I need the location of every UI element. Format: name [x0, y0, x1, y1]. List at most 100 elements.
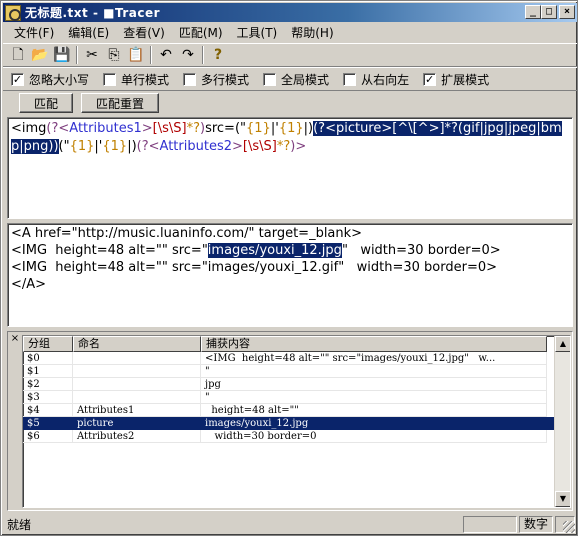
resize-grip-icon[interactable]: [563, 521, 575, 533]
regex-editor[interactable]: <img(?<Attributes1>[\s\S]*?)src=("{1}|'{…: [7, 117, 573, 219]
open-folder-icon[interactable]: 📂: [29, 45, 51, 65]
menu-view[interactable]: 查看(V): [116, 24, 172, 41]
regex-token: [\s\S]: [242, 139, 277, 154]
regex-token: (": [58, 139, 70, 154]
cell-capture: ": [201, 391, 547, 404]
action-bar: 匹配 匹配重置: [3, 91, 577, 115]
regex-token: |): [127, 139, 137, 154]
match-button[interactable]: 匹配: [19, 93, 74, 113]
regex-token: Attributes1: [69, 121, 142, 136]
table-row[interactable]: $4 Attributes1 height=48 alt="": [23, 404, 570, 417]
panel-close-icon[interactable]: ×: [10, 334, 20, 344]
close-button[interactable]: ×: [559, 5, 575, 19]
window-title: 无标题.txt - ■Tracer: [25, 6, 160, 20]
list-rows: $0 <IMG height=48 alt="" src="images/youx…: [23, 352, 570, 443]
cell-capture: <IMG height=48 alt="" src="images/youxi_…: [201, 352, 547, 365]
scroll-up-icon[interactable]: ▲: [555, 336, 570, 352]
status-bar: 就绪 数字: [3, 513, 577, 535]
table-row[interactable]: $1 ": [23, 365, 570, 378]
regex-token: *?: [276, 139, 291, 154]
checkbox-extended[interactable]: ✓: [423, 72, 437, 86]
checkbox-multiline[interactable]: [183, 72, 197, 86]
option-multiline[interactable]: 多行模式: [183, 71, 249, 88]
table-row[interactable]: $2 jpg: [23, 378, 570, 391]
regex-token: {1}: [278, 121, 304, 136]
sample-text-editor[interactable]: <A href="http://music.luaninfo.com/" tar…: [7, 223, 573, 327]
app-icon[interactable]: [5, 4, 21, 21]
menu-file[interactable]: 文件(F): [7, 24, 61, 41]
vertical-scrollbar[interactable]: ▲ ▼: [554, 336, 570, 507]
redo-icon[interactable]: ↷: [177, 45, 199, 65]
option-label: 扩展模式: [441, 72, 490, 87]
regex-token: Attributes2: [159, 139, 232, 154]
paste-icon[interactable]: 📋: [125, 45, 147, 65]
option-ignore-case[interactable]: ✓ 忽略大小写: [11, 71, 89, 88]
cell-group: $5: [23, 417, 73, 430]
regex-token: >: [232, 139, 243, 154]
table-row[interactable]: $5 picture images/youxi_12.jpg: [23, 417, 570, 430]
checkbox-ignore-case[interactable]: ✓: [11, 72, 24, 86]
menu-match[interactable]: 匹配(M): [172, 24, 230, 41]
title-bar[interactable]: 无标题.txt - ■Tracer _ □ ×: [3, 3, 577, 22]
checkbox-singleline[interactable]: [103, 72, 117, 86]
regex-token: {1}: [246, 121, 271, 136]
copy-icon[interactable]: ⎘: [103, 45, 125, 65]
results-panel: × 分组 命名 捕获内容 $0 <IMG height=48 alt="" src…: [7, 331, 573, 511]
menu-tools[interactable]: 工具(T): [230, 24, 285, 41]
results-list[interactable]: 分组 命名 捕获内容 $0 <IMG height=48 alt="" src="…: [22, 335, 571, 508]
regex-token: [\s\S]: [152, 121, 187, 136]
cell-group: $3: [23, 391, 73, 404]
toolbar-separator: [202, 46, 204, 64]
cell-capture: width=30 border=0: [201, 430, 547, 443]
regex-token: )>: [290, 139, 307, 154]
cell-group: $2: [23, 378, 73, 391]
table-row[interactable]: $6 Attributes2 width=30 border=0: [23, 430, 570, 443]
cell-group: $6: [23, 430, 73, 443]
regex-token: |): [303, 121, 314, 136]
cut-icon[interactable]: ✂: [81, 45, 103, 65]
cell-capture: ": [201, 365, 547, 378]
window-controls: _ □ ×: [525, 5, 575, 19]
cell-name: [73, 378, 201, 391]
regex-token: *?: [186, 121, 200, 136]
help-icon[interactable]: ?: [207, 45, 229, 65]
column-header-capture[interactable]: 捕获内容: [201, 336, 547, 352]
cell-name: Attributes2: [73, 430, 201, 443]
table-row[interactable]: $3 ": [23, 391, 570, 404]
save-icon[interactable]: 💾: [51, 45, 73, 65]
undo-icon[interactable]: ↶: [155, 45, 177, 65]
status-pane-num: 数字: [519, 515, 553, 533]
menu-help[interactable]: 帮助(H): [284, 24, 340, 41]
checkbox-right-to-left[interactable]: [343, 72, 357, 86]
cell-group: $1: [23, 365, 73, 378]
option-extended[interactable]: ✓ 扩展模式: [423, 71, 489, 88]
new-file-icon[interactable]: 🗋: [7, 45, 29, 65]
checkbox-global[interactable]: [263, 72, 277, 86]
table-row[interactable]: $0 <IMG height=48 alt="" src="images/youx…: [23, 352, 570, 365]
toolbar-separator: [150, 46, 152, 64]
cell-name: [73, 365, 201, 378]
regex-token: {1}: [102, 139, 128, 154]
cell-name: [73, 391, 201, 404]
minimize-button[interactable]: _: [525, 5, 541, 19]
cell-name: picture: [73, 417, 201, 430]
regex-token: |': [270, 121, 279, 136]
match-highlight: images/youxi_12.jpg: [207, 243, 342, 258]
column-header-name[interactable]: 命名: [73, 336, 201, 352]
cell-capture: images/youxi_12.jpg: [201, 417, 547, 430]
menu-bar: 文件(F) 编辑(E) 查看(V) 匹配(M) 工具(T) 帮助(H): [3, 23, 577, 42]
menu-edit[interactable]: 编辑(E): [61, 24, 116, 41]
column-header-group[interactable]: 分组: [23, 336, 73, 352]
sample-line: <A href="http://music.luaninfo.com/" tar…: [11, 226, 363, 241]
option-right-to-left[interactable]: 从右向左: [343, 71, 409, 88]
scroll-down-icon[interactable]: ▼: [555, 491, 570, 507]
regex-token: src=(": [205, 121, 247, 136]
maximize-button[interactable]: □: [541, 5, 557, 19]
option-global[interactable]: 全局模式: [263, 71, 329, 88]
cell-group: $4: [23, 404, 73, 417]
app-window: 无标题.txt - ■Tracer _ □ × 文件(F) 编辑(E) 查看(V…: [0, 0, 578, 536]
cell-capture: height=48 alt="": [201, 404, 547, 417]
match-reset-button[interactable]: 匹配重置: [81, 93, 160, 113]
option-singleline[interactable]: 单行模式: [103, 71, 169, 88]
status-pane: [463, 515, 517, 533]
